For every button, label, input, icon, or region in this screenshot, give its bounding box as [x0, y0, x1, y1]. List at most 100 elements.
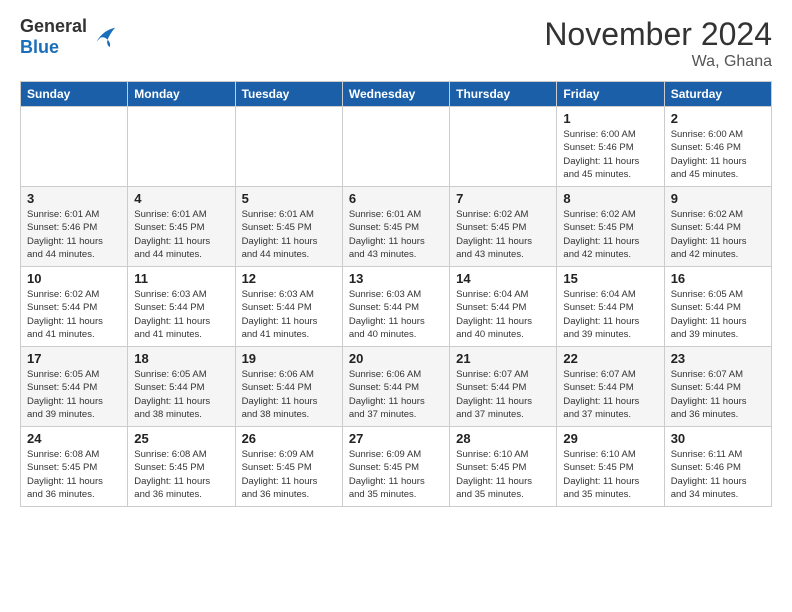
day-number: 5	[242, 191, 336, 206]
table-row: 1 Sunrise: 6:00 AM Sunset: 5:46 PM Daylig…	[557, 107, 664, 187]
day-info: Sunrise: 6:06 AM Sunset: 5:44 PM Dayligh…	[242, 368, 336, 421]
calendar-week-row: 10 Sunrise: 6:02 AM Sunset: 5:44 PM Dayli…	[21, 267, 772, 347]
logo-text: General Blue	[20, 16, 87, 58]
day-number: 23	[671, 351, 765, 366]
header: General Blue November 2024 Wa, Ghana	[20, 16, 772, 71]
logo-bird-icon	[89, 23, 117, 51]
table-row: 20 Sunrise: 6:06 AM Sunset: 5:44 PM Dayli…	[342, 347, 449, 427]
day-number: 2	[671, 111, 765, 126]
table-row: 23 Sunrise: 6:07 AM Sunset: 5:44 PM Dayli…	[664, 347, 771, 427]
location-title: Wa, Ghana	[544, 53, 772, 71]
day-info: Sunrise: 6:11 AM Sunset: 5:46 PM Dayligh…	[671, 448, 765, 501]
table-row: 28 Sunrise: 6:10 AM Sunset: 5:45 PM Dayli…	[450, 427, 557, 507]
day-info: Sunrise: 6:02 AM Sunset: 5:44 PM Dayligh…	[27, 288, 121, 341]
table-row	[342, 107, 449, 187]
day-number: 20	[349, 351, 443, 366]
table-row: 14 Sunrise: 6:04 AM Sunset: 5:44 PM Dayli…	[450, 267, 557, 347]
table-row: 15Sunrise: 6:04 AM Sunset: 5:44 PM Dayli…	[557, 267, 664, 347]
day-info: Sunrise: 6:00 AM Sunset: 5:46 PM Dayligh…	[563, 128, 657, 181]
table-row: 10 Sunrise: 6:02 AM Sunset: 5:44 PM Dayli…	[21, 267, 128, 347]
table-row: 4Sunrise: 6:01 AM Sunset: 5:45 PM Daylig…	[128, 187, 235, 267]
table-row: 19 Sunrise: 6:06 AM Sunset: 5:44 PM Dayli…	[235, 347, 342, 427]
day-number: 11	[134, 271, 228, 286]
day-number: 27	[349, 431, 443, 446]
day-number: 8	[563, 191, 657, 206]
day-number: 30	[671, 431, 765, 446]
table-row: 26 Sunrise: 6:09 AM Sunset: 5:45 PM Dayli…	[235, 427, 342, 507]
day-info: Sunrise: 6:09 AM Sunset: 5:45 PM Dayligh…	[349, 448, 443, 501]
day-info: Sunrise: 6:07 AM Sunset: 5:44 PM Dayligh…	[671, 368, 765, 421]
table-row: 16Sunrise: 6:05 AM Sunset: 5:44 PM Dayli…	[664, 267, 771, 347]
day-info: Sunrise: 6:01 AM Sunset: 5:45 PM Dayligh…	[242, 208, 336, 261]
header-thursday: Thursday	[450, 82, 557, 107]
month-title: November 2024	[544, 16, 772, 53]
day-info: Sunrise: 6:04 AM Sunset: 5:44 PM Dayligh…	[456, 288, 550, 341]
table-row: 2 Sunrise: 6:00 AM Sunset: 5:46 PM Daylig…	[664, 107, 771, 187]
table-row: 30 Sunrise: 6:11 AM Sunset: 5:46 PM Dayli…	[664, 427, 771, 507]
day-info: Sunrise: 6:03 AM Sunset: 5:44 PM Dayligh…	[242, 288, 336, 341]
day-info: Sunrise: 6:10 AM Sunset: 5:45 PM Dayligh…	[456, 448, 550, 501]
day-info: Sunrise: 6:02 AM Sunset: 5:45 PM Dayligh…	[456, 208, 550, 261]
logo-general: General	[20, 16, 87, 36]
header-tuesday: Tuesday	[235, 82, 342, 107]
table-row: 24 Sunrise: 6:08 AM Sunset: 5:45 PM Dayli…	[21, 427, 128, 507]
day-number: 12	[242, 271, 336, 286]
day-number: 1	[563, 111, 657, 126]
day-number: 9	[671, 191, 765, 206]
day-info: Sunrise: 6:07 AM Sunset: 5:44 PM Dayligh…	[456, 368, 550, 421]
table-row	[235, 107, 342, 187]
table-row	[21, 107, 128, 187]
day-info: Sunrise: 6:01 AM Sunset: 5:46 PM Dayligh…	[27, 208, 121, 261]
day-info: Sunrise: 6:01 AM Sunset: 5:45 PM Dayligh…	[349, 208, 443, 261]
day-info: Sunrise: 6:03 AM Sunset: 5:44 PM Dayligh…	[349, 288, 443, 341]
header-friday: Friday	[557, 82, 664, 107]
header-wednesday: Wednesday	[342, 82, 449, 107]
header-sunday: Sunday	[21, 82, 128, 107]
day-info: Sunrise: 6:02 AM Sunset: 5:44 PM Dayligh…	[671, 208, 765, 261]
day-info: Sunrise: 6:02 AM Sunset: 5:45 PM Dayligh…	[563, 208, 657, 261]
day-number: 25	[134, 431, 228, 446]
calendar-week-row: 17Sunrise: 6:05 AM Sunset: 5:44 PM Dayli…	[21, 347, 772, 427]
day-number: 6	[349, 191, 443, 206]
table-row: 18Sunrise: 6:05 AM Sunset: 5:44 PM Dayli…	[128, 347, 235, 427]
day-number: 10	[27, 271, 121, 286]
day-info: Sunrise: 6:05 AM Sunset: 5:44 PM Dayligh…	[134, 368, 228, 421]
day-number: 13	[349, 271, 443, 286]
day-info: Sunrise: 6:06 AM Sunset: 5:44 PM Dayligh…	[349, 368, 443, 421]
table-row: 29Sunrise: 6:10 AM Sunset: 5:45 PM Dayli…	[557, 427, 664, 507]
day-info: Sunrise: 6:05 AM Sunset: 5:44 PM Dayligh…	[27, 368, 121, 421]
table-row: 11Sunrise: 6:03 AM Sunset: 5:44 PM Dayli…	[128, 267, 235, 347]
table-row	[450, 107, 557, 187]
day-number: 26	[242, 431, 336, 446]
table-row: 27 Sunrise: 6:09 AM Sunset: 5:45 PM Dayli…	[342, 427, 449, 507]
table-row: 9 Sunrise: 6:02 AM Sunset: 5:44 PM Daylig…	[664, 187, 771, 267]
table-row: 7 Sunrise: 6:02 AM Sunset: 5:45 PM Daylig…	[450, 187, 557, 267]
table-row: 22Sunrise: 6:07 AM Sunset: 5:44 PM Dayli…	[557, 347, 664, 427]
day-number: 4	[134, 191, 228, 206]
table-row: 25 Sunrise: 6:08 AM Sunset: 5:45 PM Dayli…	[128, 427, 235, 507]
calendar-week-row: 1 Sunrise: 6:00 AM Sunset: 5:46 PM Daylig…	[21, 107, 772, 187]
day-number: 24	[27, 431, 121, 446]
day-number: 29	[563, 431, 657, 446]
calendar-table: Sunday Monday Tuesday Wednesday Thursday…	[20, 81, 772, 507]
day-info: Sunrise: 6:00 AM Sunset: 5:46 PM Dayligh…	[671, 128, 765, 181]
header-saturday: Saturday	[664, 82, 771, 107]
day-info: Sunrise: 6:08 AM Sunset: 5:45 PM Dayligh…	[27, 448, 121, 501]
page: General Blue November 2024 Wa, Ghana Sun…	[0, 0, 792, 517]
table-row: 17Sunrise: 6:05 AM Sunset: 5:44 PM Dayli…	[21, 347, 128, 427]
day-number: 19	[242, 351, 336, 366]
table-row: 3Sunrise: 6:01 AM Sunset: 5:46 PM Daylig…	[21, 187, 128, 267]
calendar-week-row: 24 Sunrise: 6:08 AM Sunset: 5:45 PM Dayli…	[21, 427, 772, 507]
logo-blue: Blue	[20, 37, 59, 57]
day-info: Sunrise: 6:08 AM Sunset: 5:45 PM Dayligh…	[134, 448, 228, 501]
day-number: 16	[671, 271, 765, 286]
day-info: Sunrise: 6:09 AM Sunset: 5:45 PM Dayligh…	[242, 448, 336, 501]
header-monday: Monday	[128, 82, 235, 107]
table-row: 8 Sunrise: 6:02 AM Sunset: 5:45 PM Daylig…	[557, 187, 664, 267]
day-number: 14	[456, 271, 550, 286]
day-number: 7	[456, 191, 550, 206]
weekday-header-row: Sunday Monday Tuesday Wednesday Thursday…	[21, 82, 772, 107]
table-row	[128, 107, 235, 187]
calendar-week-row: 3Sunrise: 6:01 AM Sunset: 5:46 PM Daylig…	[21, 187, 772, 267]
day-number: 28	[456, 431, 550, 446]
